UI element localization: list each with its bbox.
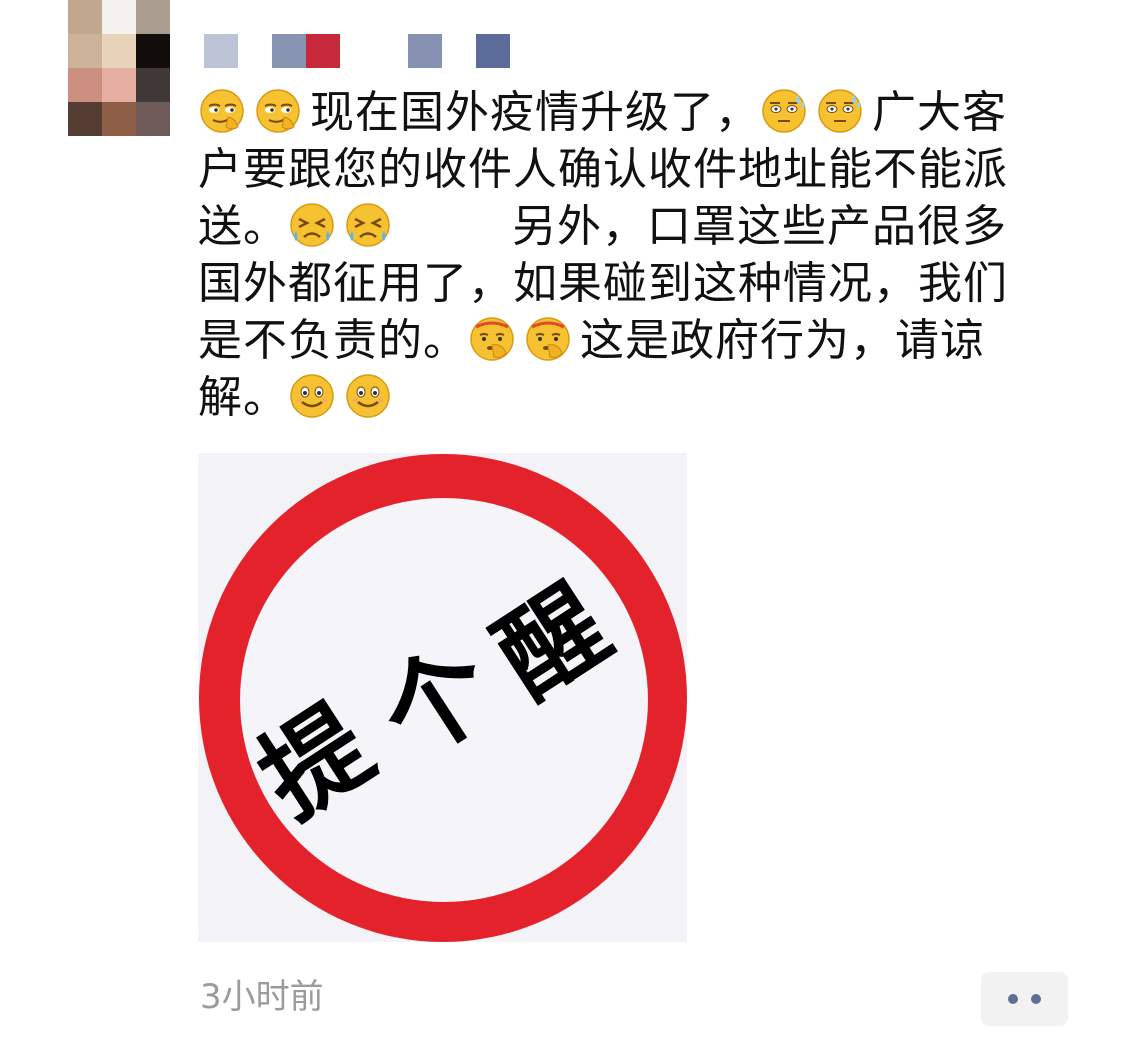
post-text-line: 国外都征用了，如果碰到这种情况，我们 — [198, 255, 1058, 312]
post-text-segment: 另外，口罩这些产品很多 — [512, 201, 1007, 252]
more-button[interactable] — [981, 972, 1068, 1026]
smile-emoji-icon — [344, 372, 392, 420]
avatar-pixel — [102, 0, 136, 34]
nickname-pixel — [408, 34, 442, 68]
post-avatar[interactable] — [68, 0, 170, 136]
sweat-emoji-icon — [816, 87, 864, 135]
reminder-sign-image: 提 个 醒 — [198, 453, 687, 942]
post-text-segment: 送。 — [198, 201, 288, 252]
avatar-pixel — [136, 34, 170, 68]
post-text: 现在国外疫情升级了， 广大客户要跟您的收件人确认收件地址能不能派 送。 另外，口罩这些… — [198, 84, 1058, 426]
post-text-segment: 广大客 — [872, 87, 1007, 138]
avatar-pixel — [136, 0, 170, 34]
post-text-segment: 解。 — [198, 372, 288, 423]
post-text-line: 现在国外疫情升级了， 广大客 — [198, 84, 1058, 141]
cry-emoji-icon — [288, 201, 336, 249]
nickname-pixel — [306, 34, 340, 68]
nickname-pixel — [476, 34, 510, 68]
post-text-segment: 这是政府行为，请谅 — [580, 315, 985, 366]
smirk-emoji-icon — [254, 87, 302, 135]
salute-emoji-icon — [524, 315, 572, 363]
post-timestamp: 3小时前 — [200, 977, 324, 1017]
avatar-pixel — [68, 68, 102, 102]
avatar-pixel — [136, 68, 170, 102]
post-text-segment: 户要跟您的收件人确认收件地址能不能派 — [198, 144, 1008, 195]
post-text-line: 是不负责的。 这是政府行为，请谅 — [198, 312, 1058, 369]
post-text-line: 解。 — [198, 369, 1058, 426]
avatar-pixel — [68, 102, 102, 136]
post-text-line: 送。 另外，口罩这些产品很多 — [198, 198, 1058, 255]
nickname-pixel — [204, 34, 238, 68]
avatar-pixel — [68, 34, 102, 68]
avatar-pixel — [68, 0, 102, 34]
smile-emoji-icon — [288, 372, 336, 420]
smirk-emoji-icon — [198, 87, 246, 135]
post-image[interactable]: 提 个 醒 — [198, 453, 687, 942]
sweat-emoji-icon — [760, 87, 808, 135]
post-text-segment: 国外都征用了，如果碰到这种情况，我们 — [198, 258, 1008, 309]
avatar-pixel — [102, 102, 136, 136]
avatar-pixel — [136, 102, 170, 136]
post-text-line: 户要跟您的收件人确认收件地址能不能派 — [198, 141, 1058, 198]
post-text-segment: 现在国外疫情升级了， — [310, 87, 760, 138]
post-text-segment: 是不负责的。 — [198, 315, 468, 366]
salute-emoji-icon — [468, 315, 516, 363]
avatar-pixel — [102, 34, 136, 68]
avatar-pixel — [102, 68, 136, 102]
nickname-pixel — [272, 34, 306, 68]
post-nickname[interactable] — [204, 34, 524, 68]
cry-emoji-icon — [344, 201, 392, 249]
